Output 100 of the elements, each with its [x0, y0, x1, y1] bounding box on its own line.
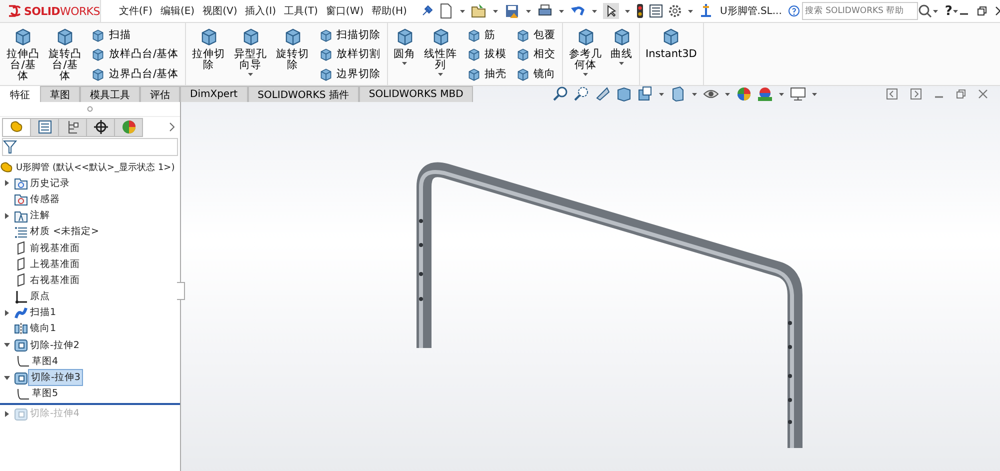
rollback-bar[interactable] [0, 402, 180, 405]
ribbon-tab[interactable]: SOLIDWORKS 插件 [248, 86, 359, 102]
scene-ball-icon[interactable] [757, 86, 774, 102]
ribbon-button[interactable]: 抽壳 [466, 64, 507, 83]
zoom-fit-icon[interactable] [553, 86, 570, 102]
menu-item[interactable]: 窗口(W) [326, 4, 364, 18]
previous-pane-icon[interactable] [886, 88, 898, 100]
panel-tab[interactable] [30, 118, 59, 136]
ribbon-button[interactable]: 旋转凸台/基体 [48, 25, 82, 83]
dropdown-caret-icon[interactable] [618, 60, 626, 67]
ribbon-button[interactable]: 线性阵列 [424, 25, 458, 83]
dropdown-caret-icon[interactable] [952, 8, 960, 14]
expand-arrow-icon[interactable] [4, 212, 10, 219]
ribbon-button[interactable]: 旋转切除 [276, 25, 310, 83]
dropdown-caret-icon[interactable] [401, 60, 408, 67]
dropdown-caret-icon[interactable] [811, 90, 818, 98]
monitor-icon[interactable] [790, 86, 806, 102]
ribbon-tab[interactable]: DimXpert [180, 86, 248, 102]
ribbon-tab[interactable]: 特征 [0, 86, 40, 102]
color-ball-icon[interactable] [736, 86, 752, 102]
new-document-icon[interactable] [438, 3, 454, 19]
menu-item[interactable]: 视图(V) [202, 4, 238, 18]
dropdown-caret-icon[interactable] [458, 8, 466, 14]
ribbon-tab[interactable]: 草图 [40, 86, 80, 102]
menu-item[interactable]: 文件(F) [118, 4, 152, 18]
expand-arrow-icon[interactable] [4, 310, 10, 316]
view-orientation-icon[interactable] [637, 86, 654, 102]
menu-item[interactable]: 帮助(H) [372, 4, 407, 18]
dropdown-caret-icon[interactable] [658, 90, 666, 98]
search-icon[interactable] [918, 4, 932, 18]
dropdown-caret-icon[interactable] [558, 8, 565, 14]
zoom-area-icon[interactable] [574, 86, 590, 102]
tree-item[interactable]: 材质 <未指定> [28, 224, 101, 240]
dropdown-caret-icon[interactable] [624, 8, 631, 14]
ribbon-button[interactable]: 放样凸台/基体 [90, 44, 179, 64]
open-folder-icon[interactable] [470, 3, 487, 19]
ribbon-button[interactable]: 镜向 [514, 64, 556, 83]
collapse-arrow-icon[interactable] [4, 342, 10, 348]
tree-item[interactable]: 历史记录 [28, 176, 72, 191]
save-icon[interactable] [504, 3, 520, 19]
dropdown-caret-icon[interactable] [932, 8, 939, 14]
traffic-light-icon[interactable] [636, 3, 644, 19]
menu-item[interactable]: 编辑(E) [160, 4, 195, 18]
filter-field[interactable] [2, 138, 178, 156]
tree-item[interactable]: 上视基准面 [28, 256, 82, 272]
collapse-arrow-icon[interactable] [4, 374, 10, 381]
pin-icon[interactable] [420, 5, 433, 17]
tree-root-label[interactable]: U形脚管 (默认<<默认>_显示状态 1>) [14, 160, 177, 175]
tree-item[interactable]: 切除-拉伸3 [28, 369, 84, 386]
tree-item[interactable]: 注解 [28, 208, 52, 224]
tree-item[interactable]: 草图5 [30, 386, 60, 402]
ribbon-button[interactable]: 筋 [466, 25, 507, 44]
tree-item[interactable]: 原点 [28, 289, 52, 304]
scroll-right-icon[interactable] [169, 122, 175, 132]
tree-item[interactable]: 传感器 [28, 192, 62, 207]
dropdown-caret-icon[interactable] [437, 71, 444, 78]
ribbon-tab[interactable]: SOLIDWORKS MBD [358, 86, 474, 102]
panel-resize-handle[interactable] [177, 282, 185, 300]
ribbon-button[interactable]: 相交 [514, 44, 556, 64]
ribbon-button[interactable]: 边界凸台/基体 [90, 64, 179, 83]
ribbon-button[interactable]: 扫描切除 [318, 25, 381, 44]
search-field[interactable]: 搜索 SOLIDWORKS 帮助 [802, 2, 918, 20]
ribbon-button[interactable]: 边界切除 [318, 64, 381, 83]
menu-item[interactable]: 插入(I) [245, 4, 276, 18]
tree-item[interactable]: 切除-拉伸2 [28, 338, 82, 353]
ribbon-button[interactable]: 拔模 [466, 44, 507, 64]
tree-item[interactable]: 镜向1 [28, 321, 58, 336]
ribbon-tab[interactable]: 模具工具 [80, 86, 140, 102]
help-button[interactable]: ? [944, 4, 952, 18]
dropdown-caret-icon[interactable] [524, 8, 532, 14]
ribbon-button[interactable]: 圆角 [394, 25, 416, 83]
expand-arrow-icon[interactable] [4, 410, 10, 417]
menu-item[interactable]: 工具(T) [284, 4, 318, 18]
dropdown-caret-icon[interactable] [691, 90, 698, 98]
ribbon-button[interactable]: 参考几何体 [568, 25, 603, 83]
dropdown-caret-icon[interactable] [247, 71, 254, 78]
tree-item[interactable]: 前视基准面 [28, 240, 82, 256]
dropdown-caret-icon[interactable] [582, 71, 590, 78]
ribbon-button[interactable]: 拉伸切除 [192, 25, 226, 83]
list-icon[interactable] [648, 4, 663, 18]
ribbon-button[interactable]: 拉伸凸台/基体 [6, 25, 40, 83]
expand-arrow-icon[interactable] [4, 180, 10, 186]
ribbon-button[interactable]: 放样切割 [318, 44, 381, 64]
next-pane-icon[interactable] [910, 88, 922, 100]
panel-tab[interactable] [58, 118, 87, 136]
settings-icon[interactable] [668, 4, 682, 18]
ribbon-button[interactable]: 异型孔向导 [234, 25, 268, 83]
panel-tab[interactable] [86, 118, 115, 136]
ribbon-button[interactable]: Instant3D [646, 25, 697, 83]
dropdown-caret-icon[interactable] [686, 8, 694, 14]
dropdown-caret-icon[interactable] [724, 90, 732, 98]
dropdown-caret-icon[interactable] [590, 8, 598, 14]
dropdown-caret-icon[interactable] [492, 8, 499, 14]
ribbon-button[interactable]: 包覆 [514, 25, 556, 44]
grip-dot-icon[interactable] [87, 106, 93, 112]
ribbon-button[interactable]: 曲线 [610, 25, 633, 83]
ribbon-tab[interactable]: 评估 [140, 86, 180, 102]
tree-item[interactable]: 草图4 [30, 354, 60, 369]
tree-item[interactable]: 扫描1 [28, 305, 58, 320]
ribbon-button[interactable]: 扫描 [90, 25, 179, 44]
